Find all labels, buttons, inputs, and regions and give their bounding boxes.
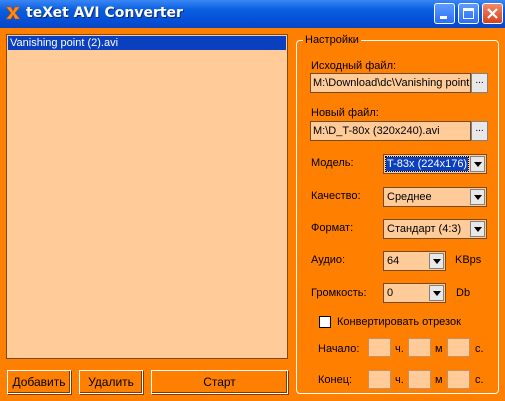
- source-file-field[interactable]: M:\Download\dc\Vanishing point (2).avi: [310, 73, 471, 93]
- chevron-down-icon[interactable]: [470, 189, 485, 205]
- chevron-down-icon[interactable]: [470, 221, 485, 237]
- start-seconds-unit: с.: [475, 343, 484, 355]
- volume-label: Громкость:: [311, 287, 367, 299]
- audio-value: 64: [387, 255, 400, 267]
- new-file-browse-button[interactable]: ...: [471, 121, 488, 141]
- maximize-icon: [463, 8, 474, 19]
- segment-label[interactable]: Конвертировать отрезок: [337, 316, 461, 328]
- model-value: T-83x (224x176): [384, 156, 470, 172]
- minimize-icon: [440, 16, 447, 19]
- list-item[interactable]: Vanishing point (2).avi: [8, 36, 286, 50]
- new-file-label: Новый файл:: [311, 107, 379, 119]
- volume-select[interactable]: 0: [383, 283, 446, 303]
- maximize-button[interactable]: [458, 3, 479, 24]
- audio-label: Аудио:: [311, 254, 346, 266]
- app-window: teXet AVI Converter Vanishing point (2).…: [0, 0, 505, 401]
- end-time-label: Конец:: [318, 374, 353, 386]
- end-seconds-unit: с.: [475, 374, 484, 386]
- start-seconds-field[interactable]: [447, 338, 470, 357]
- settings-legend: Настройки: [303, 34, 361, 46]
- start-minutes-unit: м: [435, 343, 443, 355]
- format-label: Формат:: [311, 222, 354, 234]
- source-file-label: Исходный файл:: [311, 60, 397, 72]
- end-seconds-field[interactable]: [447, 370, 470, 389]
- volume-unit: Db: [456, 287, 471, 299]
- chevron-down-icon[interactable]: [470, 156, 485, 172]
- file-list[interactable]: Vanishing point (2).avi: [6, 34, 288, 359]
- quality-select[interactable]: Среднее: [383, 187, 487, 207]
- end-hours-field[interactable]: [368, 370, 391, 389]
- model-select[interactable]: T-83x (224x176): [383, 154, 487, 174]
- start-button[interactable]: Старт: [151, 370, 288, 394]
- end-hours-unit: ч.: [395, 374, 404, 386]
- segment-checkbox[interactable]: [319, 316, 331, 328]
- title-bar[interactable]: teXet AVI Converter: [0, 0, 505, 28]
- chevron-down-icon[interactable]: [429, 253, 444, 269]
- window-title: teXet AVI Converter: [26, 5, 183, 21]
- source-browse-button[interactable]: ...: [471, 73, 488, 93]
- chevron-down-icon[interactable]: [429, 285, 444, 301]
- minimize-button[interactable]: [434, 3, 455, 24]
- format-value: Стандарт (4:3): [387, 223, 462, 235]
- app-logo-icon: [4, 4, 22, 22]
- new-file-field[interactable]: M:\D_T-80x (320x240).avi: [310, 121, 471, 141]
- add-button[interactable]: Добавить: [7, 370, 71, 394]
- audio-unit: KBps: [455, 254, 482, 266]
- volume-value: 0: [387, 287, 394, 299]
- close-button[interactable]: [482, 3, 503, 24]
- close-icon: [487, 8, 498, 19]
- format-select[interactable]: Стандарт (4:3): [383, 219, 487, 239]
- start-time-label: Начало:: [318, 343, 360, 355]
- model-label: Модель:: [311, 157, 354, 169]
- quality-label: Качество:: [311, 190, 361, 202]
- start-minutes-field[interactable]: [408, 338, 431, 357]
- start-hours-field[interactable]: [368, 338, 391, 357]
- end-minutes-unit: м: [435, 374, 443, 386]
- end-minutes-field[interactable]: [408, 370, 431, 389]
- audio-select[interactable]: 64: [383, 251, 446, 271]
- start-hours-unit: ч.: [395, 343, 404, 355]
- quality-value: Среднее: [387, 191, 432, 203]
- delete-button[interactable]: Удалить: [79, 370, 143, 394]
